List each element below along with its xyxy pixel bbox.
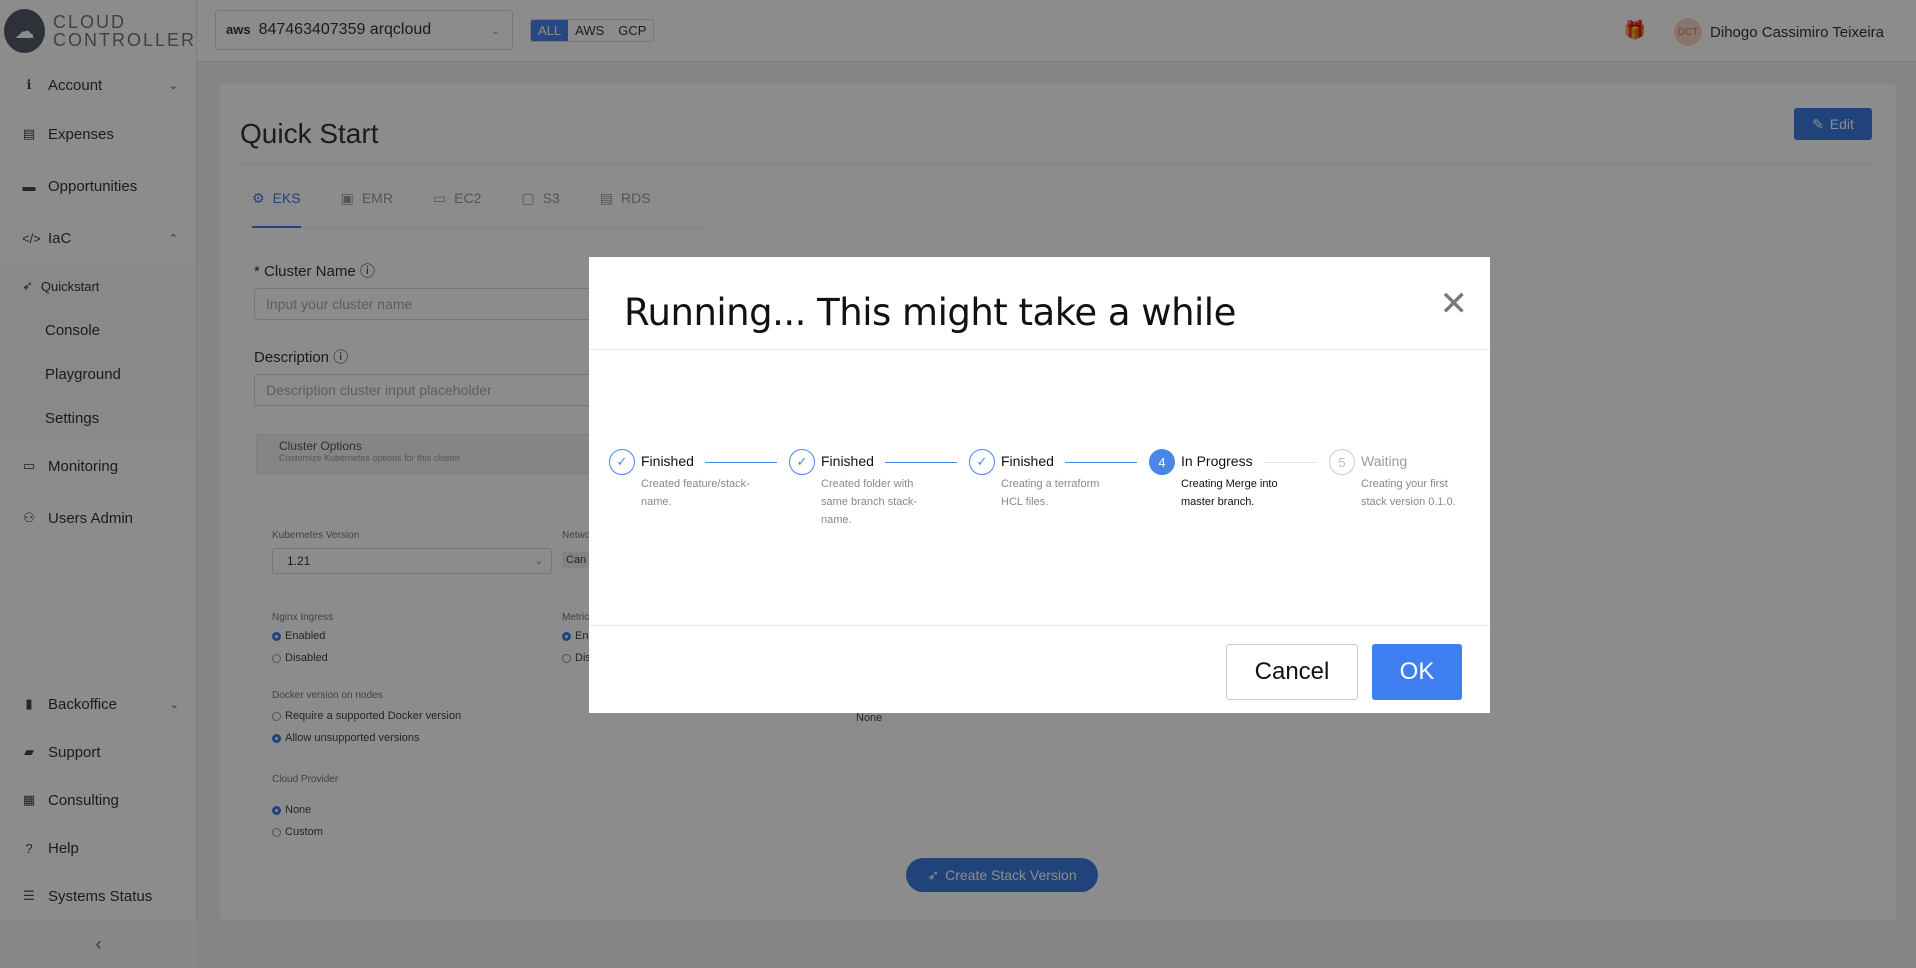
step-connector [705,462,777,463]
check-icon: ✓ [789,449,815,475]
close-icon[interactable]: ✕ [1440,287,1469,321]
progress-modal: Running... This might take a while ✕ ✓ F… [589,257,1490,713]
divider [589,349,1490,350]
step-connector [1264,462,1317,463]
step-connector [885,462,957,463]
step-number: 4 [1149,449,1175,475]
step-description: Creating your first stack version 0.1.0. [1361,478,1456,508]
cancel-button[interactable]: Cancel [1226,644,1358,700]
step-description: Creating Merge into master branch. [1181,478,1278,508]
divider [589,625,1490,626]
check-icon: ✓ [969,449,995,475]
step-status: Waiting [1361,453,1408,469]
step-description: Created folder with same branch stack-na… [821,478,917,526]
modal-title: Running... This might take a while [624,291,1236,334]
step-status: In Progress [1181,453,1253,469]
ok-button[interactable]: OK [1372,644,1462,700]
check-icon: ✓ [609,449,635,475]
step-connector [1065,462,1137,463]
step-description: Creating a terraform HCL files. [1001,478,1100,508]
step-status: Finished [1001,453,1054,469]
step-status: Finished [641,453,694,469]
step-number: 5 [1329,449,1355,475]
step-description: Created feature/stack-name. [641,478,750,508]
step-status: Finished [821,453,874,469]
